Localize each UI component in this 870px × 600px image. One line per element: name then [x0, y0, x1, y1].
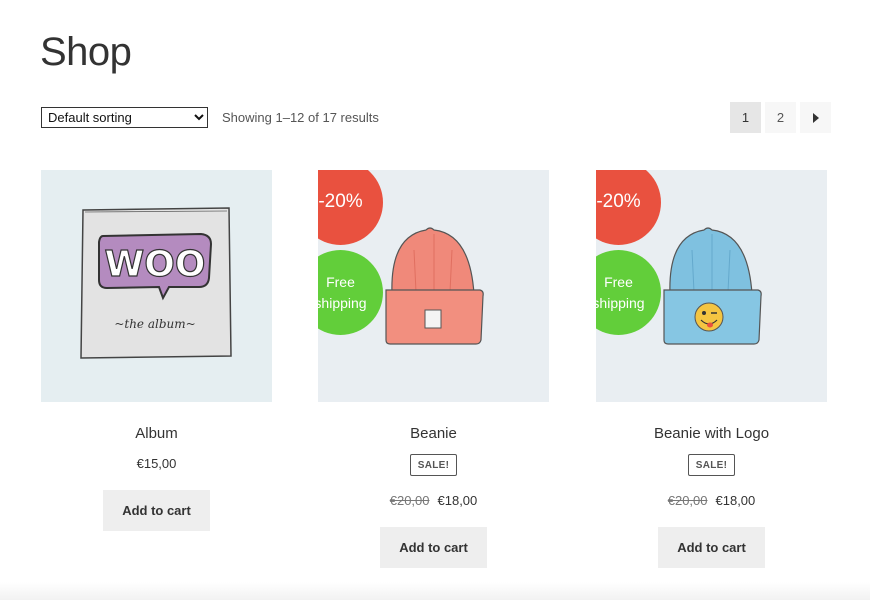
product-price: €20,00 €18,00 — [596, 493, 827, 508]
sale-price: €18,00 — [437, 493, 478, 508]
page-title: Shop — [40, 30, 132, 74]
album-woo-icon: WOO ~the album~ — [80, 207, 232, 359]
bottom-fade — [0, 582, 870, 600]
pagination: 1 2 — [730, 102, 831, 133]
product-image-beanie-with-logo[interactable]: -20% Free shipping — [596, 170, 827, 402]
product-title[interactable]: Beanie — [318, 426, 549, 442]
product-title[interactable]: Beanie with Logo — [596, 426, 827, 442]
caret-right-icon — [812, 112, 819, 123]
original-price: €20,00 — [667, 493, 708, 508]
next-page-button[interactable] — [800, 102, 831, 133]
album-caption-text: ~the album~ — [114, 317, 195, 331]
add-to-cart-button-beanie[interactable]: Add to cart — [380, 527, 487, 568]
product-image-album[interactable]: WOO ~the album~ — [41, 170, 272, 402]
product-card-album: WOO ~the album~ Album €15,00 Add to cart — [41, 170, 272, 531]
product-image-beanie[interactable]: -20% Free shipping — [318, 170, 549, 402]
add-to-cart-button-album[interactable]: Add to cart — [103, 490, 210, 531]
page-2-link[interactable]: 2 — [765, 102, 796, 133]
product-card-beanie-with-logo: -20% Free shipping Beanie with Logo SALE… — [596, 170, 827, 568]
sale-price: €18,00 — [715, 493, 756, 508]
product-title[interactable]: Album — [41, 426, 272, 442]
product-card-beanie: -20% Free shipping Beanie SALE! €20,00 €1… — [318, 170, 549, 568]
add-to-cart-button-beanie-with-logo[interactable]: Add to cart — [658, 527, 765, 568]
sale-badge: SALE! — [409, 454, 458, 476]
page-1-current: 1 — [730, 102, 761, 133]
result-count: Showing 1–12 of 17 results — [222, 110, 379, 125]
product-price: €20,00 €18,00 — [318, 493, 549, 508]
album-woo-text: WOO — [105, 244, 206, 285]
original-price: €20,00 — [389, 493, 430, 508]
sale-badge: SALE! — [687, 454, 736, 476]
sorting-select[interactable]: Default sorting — [41, 107, 208, 128]
product-price: €15,00 — [136, 456, 177, 471]
